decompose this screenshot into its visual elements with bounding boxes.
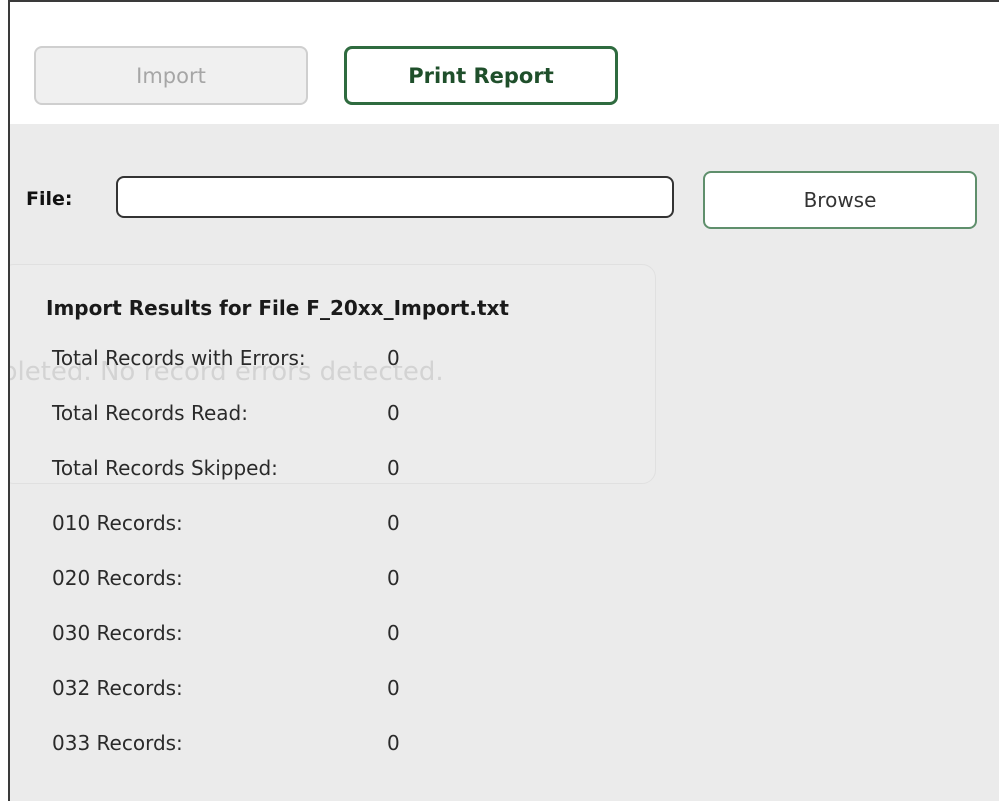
results-row-read: Total Records Read: 0 xyxy=(52,401,612,456)
row-value: 0 xyxy=(387,621,400,645)
row-label: 032 Records: xyxy=(52,676,183,700)
row-value: 0 xyxy=(387,676,400,700)
row-label: 033 Records: xyxy=(52,731,183,755)
results-row-030: 030 Records: 0 xyxy=(52,621,612,676)
results-list: Total Records with Errors: 0 Total Recor… xyxy=(52,346,612,786)
row-label: 030 Records: xyxy=(52,621,183,645)
results-row-skipped: Total Records Skipped: 0 xyxy=(52,456,612,511)
browse-button[interactable]: Browse xyxy=(703,171,977,229)
results-row-020: 020 Records: 0 xyxy=(52,566,612,621)
print-report-button-label: Print Report xyxy=(408,63,554,88)
results-row-errors: Total Records with Errors: 0 xyxy=(52,346,612,401)
import-button-label: Import xyxy=(136,63,206,88)
import-button[interactable]: Import xyxy=(34,46,308,105)
import-panel: File: Browse pleted. No record errors de… xyxy=(10,124,999,801)
row-label: Total Records Read: xyxy=(52,401,248,425)
row-value: 0 xyxy=(387,511,400,535)
results-row-010: 010 Records: 0 xyxy=(52,511,612,566)
import-results-title: Import Results for File F_20xx_Import.tx… xyxy=(46,296,509,320)
row-label: Total Records with Errors: xyxy=(52,346,306,370)
results-row-033: 033 Records: 0 xyxy=(52,731,612,786)
row-label: Total Records Skipped: xyxy=(52,456,278,480)
row-value: 0 xyxy=(387,456,400,480)
file-label: File: xyxy=(26,188,73,210)
browse-button-label: Browse xyxy=(803,188,877,212)
row-value: 0 xyxy=(387,731,400,755)
row-value: 0 xyxy=(387,346,400,370)
import-window: Import Print Report File: Browse pleted.… xyxy=(8,0,999,801)
row-label: 010 Records: xyxy=(52,511,183,535)
row-value: 0 xyxy=(387,401,400,425)
print-report-button[interactable]: Print Report xyxy=(344,46,618,105)
row-label: 020 Records: xyxy=(52,566,183,590)
file-path-input[interactable] xyxy=(116,176,674,218)
row-value: 0 xyxy=(387,566,400,590)
results-row-032: 032 Records: 0 xyxy=(52,676,612,731)
toolbar: Import Print Report xyxy=(10,2,999,122)
